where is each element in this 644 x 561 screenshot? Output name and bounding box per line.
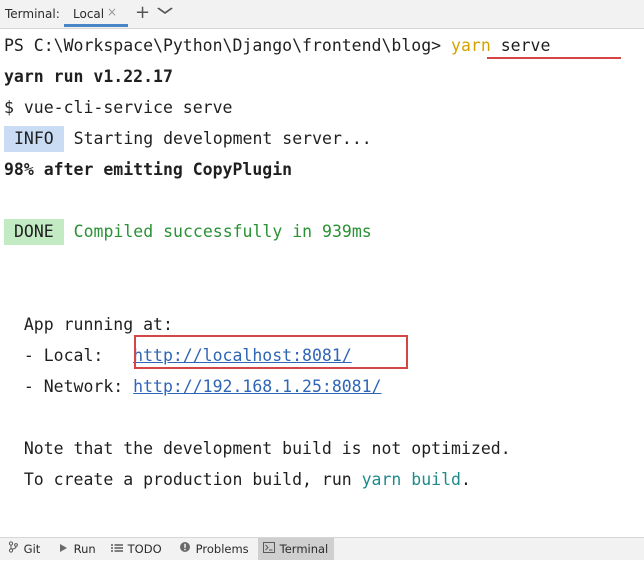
- prompt-path: PS C:\Workspace\Python\Django\frontend\b…: [4, 36, 452, 55]
- tool-problems[interactable]: Problems: [178, 538, 249, 560]
- tool-run-label: Run: [73, 542, 96, 556]
- network-label: - Network:: [4, 377, 134, 396]
- vue-cli-line: $ vue-cli-service serve: [4, 98, 233, 117]
- done-line: DONE Compiled successfully in 939ms: [4, 216, 372, 247]
- run-icon: [56, 539, 70, 561]
- tool-todo-label: TODO: [127, 542, 162, 556]
- production-build-line: To create a production build, run yarn b…: [4, 464, 471, 495]
- tool-git-label: Git: [23, 542, 41, 556]
- info-line: INFO Starting development server...: [4, 123, 372, 154]
- terminal-tab-bar: Terminal: Local × +: [0, 0, 644, 29]
- tab-local-label: Local: [73, 7, 105, 21]
- yarn-run-line: yarn run v1.22.17: [4, 67, 173, 86]
- git-branch-icon: [6, 539, 20, 561]
- note-line: Note that the development build is not o…: [4, 439, 511, 458]
- terminal-output[interactable]: PS C:\Workspace\Python\Django\frontend\b…: [0, 30, 644, 535]
- tool-problems-label: Problems: [195, 542, 249, 556]
- tool-run[interactable]: Run: [56, 538, 96, 560]
- chevron-down-icon[interactable]: [157, 4, 174, 20]
- info-text: Starting development server...: [63, 129, 372, 148]
- done-text: Compiled successfully in 939ms: [63, 222, 372, 241]
- production-prefix: To create a production build, run: [4, 470, 362, 489]
- close-icon[interactable]: ×: [107, 5, 117, 19]
- tool-terminal-label: Terminal: [279, 542, 329, 556]
- highlight-box: [134, 335, 408, 369]
- highlight-underline: [487, 57, 621, 59]
- tool-git[interactable]: Git: [6, 538, 40, 560]
- tab-local[interactable]: Local ×: [64, 0, 128, 27]
- add-tab-icon[interactable]: +: [135, 2, 150, 23]
- info-badge: INFO: [4, 125, 64, 152]
- prompt-line: PS C:\Workspace\Python\Django\frontend\b…: [4, 30, 550, 61]
- problems-icon: [178, 539, 192, 561]
- terminal-icon: [262, 539, 276, 561]
- command-arg: serve: [490, 36, 551, 55]
- todo-list-icon: [110, 539, 124, 561]
- local-label: - Local:: [4, 346, 134, 365]
- network-url-line: - Network: http://192.168.1.25:8081/: [4, 371, 382, 402]
- production-suffix: .: [460, 470, 471, 489]
- done-badge: DONE: [4, 218, 64, 245]
- terminal-panel-title: Terminal:: [5, 7, 60, 21]
- command-yarn: yarn: [451, 36, 491, 55]
- production-command: yarn build: [361, 470, 461, 489]
- progress-line: 98% after emitting CopyPlugin: [4, 160, 293, 179]
- network-url-link[interactable]: http://192.168.1.25:8081/: [133, 377, 381, 396]
- tool-todo[interactable]: TODO: [110, 538, 162, 560]
- tool-window-bar: Git Run TODO Problems Terminal: [0, 537, 644, 560]
- tool-terminal[interactable]: Terminal: [258, 538, 335, 561]
